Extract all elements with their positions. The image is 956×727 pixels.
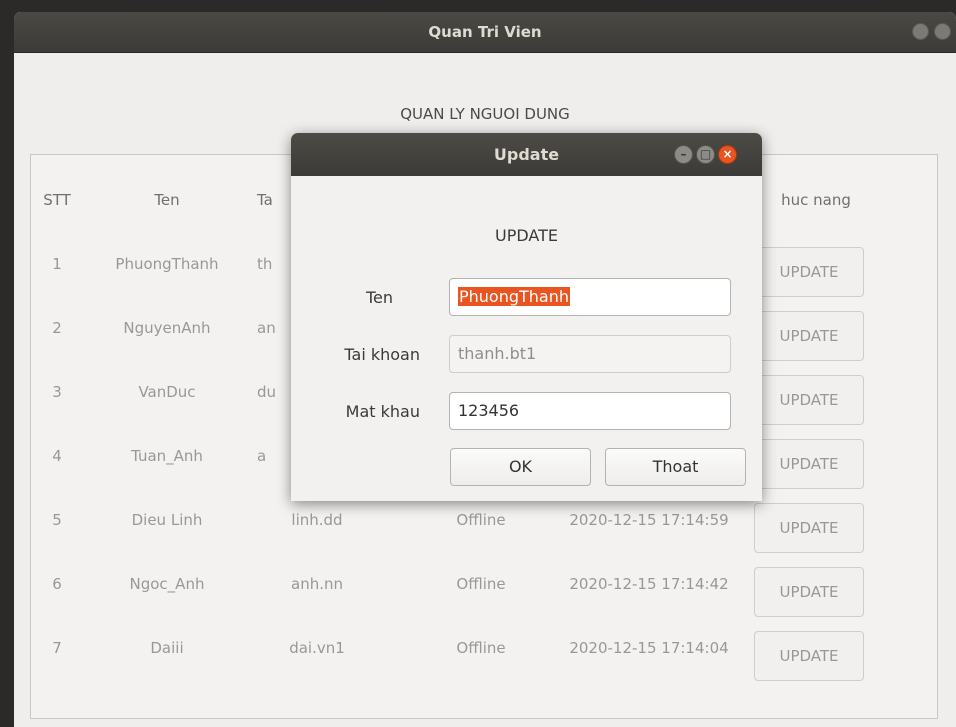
cell-ten: PhuongThanh [115,255,219,273]
main-titlebar[interactable]: Quan Tri Vien [14,12,956,53]
ok-button[interactable]: OK [450,448,591,486]
update-button[interactable]: UPDATE [754,631,864,681]
dialog-heading: UPDATE [495,226,558,245]
cell-stt: 3 [52,383,62,401]
main-maximize-icon[interactable] [934,23,951,40]
ten-input-value: PhuongThanh [458,287,571,306]
minimize-icon[interactable]: – [674,145,693,164]
label-tai-khoan: Tai khoan [344,345,420,364]
cell-trang-thai: Offline [456,575,506,593]
cell-tai-khoan: anh.nn [291,575,343,593]
cell-ten: Tuan_Anh [131,447,203,465]
header-stt: STT [43,191,71,209]
thoat-button[interactable]: Thoat [605,448,746,486]
update-button[interactable]: UPDATE [754,439,864,489]
cell-stt: 5 [52,511,62,529]
ten-input[interactable]: PhuongThanh [449,278,731,316]
cell-tai-khoan: dai.vn1 [289,639,345,657]
label-mat-khau: Mat khau [345,402,420,421]
cell-stt: 1 [52,255,62,273]
main-window-title: Quan Tri Vien [428,23,542,41]
cell-ten: NguyenAnh [123,319,211,337]
cell-tai-khoan: linh.dd [291,511,343,529]
update-dialog: Update – □ × UPDATE Ten PhuongThanh Tai … [291,133,762,501]
cell-thoi-gian: 2020-12-15 17:14:04 [569,639,729,657]
cell-ten: Ngoc_Anh [129,575,205,593]
label-ten: Ten [365,288,393,307]
cell-thoi-gian: 2020-12-15 17:14:42 [569,575,729,593]
cell-stt: 7 [52,639,62,657]
cell-stt: 4 [52,447,62,465]
cell-ten: Daiii [150,639,184,657]
update-button[interactable]: UPDATE [754,247,864,297]
header-ten: Ten [154,191,180,209]
cell-trang-thai: Offline [456,639,506,657]
cell-ten: VanDuc [138,383,196,401]
mat-khau-input[interactable]: 123456 [449,392,731,430]
update-button[interactable]: UPDATE [754,375,864,425]
maximize-icon[interactable]: □ [696,145,715,164]
cell-stt: 2 [52,319,62,337]
cell-thoi-gian: 2020-12-15 17:14:59 [569,511,729,529]
close-icon[interactable]: × [718,145,737,164]
update-button[interactable]: UPDATE [754,567,864,617]
update-button[interactable]: UPDATE [754,311,864,361]
cell-ten: Dieu Linh [131,511,203,529]
tai-khoan-input: thanh.bt1 [449,335,731,373]
main-minimize-icon[interactable] [912,23,929,40]
header-chuc-nang: huc nang [781,191,851,209]
dialog-titlebar[interactable]: Update – □ × [291,133,762,176]
cell-trang-thai: Offline [456,511,506,529]
cell-stt: 6 [52,575,62,593]
page-heading: QUAN LY NGUOI DUNG [400,105,570,123]
update-button[interactable]: UPDATE [754,503,864,553]
